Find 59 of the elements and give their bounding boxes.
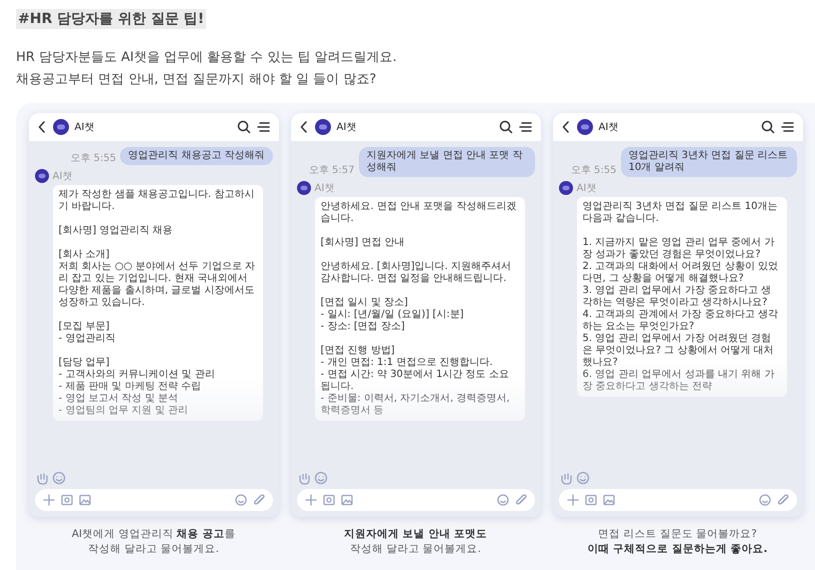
menu-icon[interactable] bbox=[518, 121, 532, 133]
paperclip-icon[interactable] bbox=[252, 494, 264, 506]
bot-name: AI챗 bbox=[52, 170, 72, 183]
message-input-bar[interactable] bbox=[34, 489, 272, 511]
camera-icon[interactable] bbox=[322, 494, 334, 506]
hand-icon[interactable] bbox=[296, 471, 310, 485]
bot-avatar-icon bbox=[34, 169, 48, 183]
smiley-icon[interactable] bbox=[758, 494, 770, 506]
bot-avatar-icon bbox=[558, 181, 572, 195]
image-icon[interactable] bbox=[340, 494, 352, 506]
chat-title: AI챗 bbox=[336, 121, 356, 134]
bot-avatar-icon bbox=[52, 119, 68, 135]
caption: 지원자에게 보낼 안내 포맷도 작성해 달라고 물어볼게요. bbox=[343, 527, 488, 557]
bot-message: 안녕하세요. 면접 안내 포맷을 작성해드리겠습니다. [회사명] 면접 안내 안녕하세요. [회사명]입니다. 지원해주셔서 감사합니다. 면접 일정을 안내해드립니다. [면접 일시 및 장소] - 일시: [년/월/일 (요일)] [시:분] - 장소: [면접 장소] [면접 진행 방법] - 개인 면접: 1:1 면접으로 진행합니다. - 면접 시간: 약 30분에서 1시간 정도 소요됩니다. - 준비물: 이력서, 자기소개서, 경력증명서, 학력증명서 등 bbox=[314, 197, 524, 421]
plus-icon[interactable] bbox=[42, 494, 54, 506]
plus-icon[interactable] bbox=[566, 494, 578, 506]
smiley-icon[interactable] bbox=[234, 494, 246, 506]
message-input-bar[interactable] bbox=[296, 489, 534, 511]
paperclip-icon[interactable] bbox=[776, 494, 788, 506]
bot-name: AI챗 bbox=[314, 182, 334, 195]
bot-avatar-icon bbox=[296, 181, 310, 195]
plus-icon[interactable] bbox=[304, 494, 316, 506]
message-input-bar[interactable] bbox=[558, 489, 796, 511]
smiley-icon[interactable] bbox=[314, 471, 328, 485]
camera-icon[interactable] bbox=[584, 494, 596, 506]
back-icon[interactable] bbox=[298, 120, 308, 134]
message-time: 오후 5:55 bbox=[70, 152, 116, 165]
intro-paragraph: HR 담당자분들도 AI챗을 업무에 활용할 수 있는 팁 알려드릴게요. 채용공고부터 면접 안내, 면접 질문까지 해야 할 일 들이 많죠? bbox=[16, 49, 398, 89]
back-icon[interactable] bbox=[36, 120, 46, 134]
back-icon[interactable] bbox=[560, 120, 570, 134]
smiley-icon[interactable] bbox=[496, 494, 508, 506]
chat-title: AI챗 bbox=[598, 121, 618, 134]
caption: 면접 리스트 질문도 물어볼까요? 이때 구체적으로 질문하는게 좋아요. bbox=[586, 527, 768, 557]
caption: AI챗에게 영업관리직 채용 공고를 작성해 달라고 물어볼게요. bbox=[70, 527, 236, 557]
bot-message: 제가 작성한 샘플 채용공고입니다. 참고하시기 바랍니다. [회사명] 영업관리직 채용 [회사 소개] 저희 회사는 ○○ 분야에서 선두 기업으로 자리 잡고 있는 기업입니다. 현재 국내외에서 다양한 제품을 출시하며, 글로벌 시장에서도 성장하고 있습니다. [모집 부문] - 영업관리직 [담당 업무] - 고객사와의 커뮤니케이션 및 관리 - 제품 판매 및 마케팅 전략 수립 - 영업 보고서 작성 및 분석 - 영업팀의 업무 지원 및 관리 bbox=[52, 185, 262, 421]
bot-avatar-icon bbox=[576, 119, 592, 135]
message-time: 오후 5:57 bbox=[308, 164, 354, 177]
chat-title: AI챗 bbox=[74, 121, 94, 134]
paperclip-icon[interactable] bbox=[514, 494, 526, 506]
search-icon[interactable] bbox=[236, 120, 250, 134]
image-icon[interactable] bbox=[602, 494, 614, 506]
camera-icon[interactable] bbox=[60, 494, 72, 506]
hand-icon[interactable] bbox=[34, 471, 48, 485]
user-message: 영업관리직 채용공고 작성해줘 bbox=[120, 147, 272, 165]
search-icon[interactable] bbox=[760, 120, 774, 134]
hand-icon[interactable] bbox=[558, 471, 572, 485]
message-time: 오후 5:55 bbox=[570, 164, 616, 177]
bot-name: AI챗 bbox=[576, 182, 596, 195]
bot-avatar-icon bbox=[314, 119, 330, 135]
image-icon[interactable] bbox=[78, 494, 90, 506]
smiley-icon[interactable] bbox=[52, 471, 66, 485]
bot-message: 영업관리직 3년차 면접 질문 리스트 10개는 다음과 같습니다. 1. 지금까지 맡은 영업 관리 업무 중에서 가장 성과가 좋았던 경험은 무엇이었나요? 2. 고객과의 대화에서 어려웠던 상황이 있었다면, 그 상황을 어떻게 해결했나요? 3. 영업 관리 업무에서 가장 중요하다고 생각하는 역량은 무엇이라고 생각하시나요? 4. 고객과의 관계에서 가장 중요하다고 생각하는 요소는 무엇인가요? 5. 영업 관리 업무에서 가장 어려웠던 경험은 무엇이었나요? 그 상황에서 어떻게 대처했나요? 6. 영업 관리 업무에서 성과를 내기 위해 가장 중요하다고 생각하는 전략 bbox=[576, 197, 786, 397]
search-icon[interactable] bbox=[498, 120, 512, 134]
user-message: 영업관리직 3년차 면접 질문 리스트 10개 알려줘 bbox=[620, 147, 796, 177]
user-message: 지원자에게 보낼 면접 안내 포맷 작성해줘 bbox=[358, 147, 534, 177]
menu-icon[interactable] bbox=[780, 121, 794, 133]
section-heading: #HR 담당자를 위한 질문 팁! bbox=[16, 9, 206, 29]
menu-icon[interactable] bbox=[256, 121, 270, 133]
smiley-icon[interactable] bbox=[576, 471, 590, 485]
